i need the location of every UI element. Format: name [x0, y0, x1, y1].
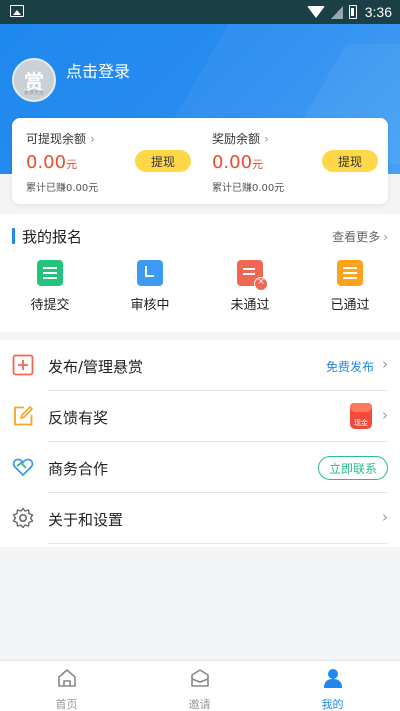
tab-home[interactable]: 首页: [0, 667, 133, 711]
menu-feedback-reward[interactable]: 反馈有奖 现金 ›: [0, 391, 400, 442]
withdraw-button[interactable]: 提现: [135, 150, 191, 172]
chevron-right-icon: ›: [382, 406, 388, 424]
rejected-icon: [237, 260, 268, 291]
balance-card: 可提现余额 › 0.00元 累计已赚0.00元 提现 奖励余额 › 0.00元 累计…: [12, 118, 388, 204]
tab-mine[interactable]: 我的: [266, 667, 399, 711]
balance-earned: 累计已赚0.00元: [26, 183, 99, 194]
balance-label[interactable]: 可提现余额 ›: [26, 130, 95, 147]
login-link[interactable]: 点击登录: [66, 58, 130, 82]
envelope-icon: [190, 669, 209, 687]
gallery-icon: [10, 5, 24, 17]
chevron-right-icon: ›: [382, 355, 388, 373]
withdrawable-balance: 可提现余额 › 0.00元 累计已赚0.00元 提现: [12, 118, 200, 204]
avatar[interactable]: 赏 悬赏大全: [12, 58, 56, 102]
home-icon: [57, 669, 76, 687]
gear-icon: [12, 507, 34, 529]
menu-about-settings[interactable]: 关于和设置 ›: [0, 493, 400, 544]
balance-amount: 0.00元: [26, 152, 78, 173]
status-pending-submit[interactable]: 待提交: [10, 260, 90, 313]
reward-balance: 奖励余额 › 0.00元 累计已赚0.00元 提现: [198, 118, 386, 204]
clock-icon: [137, 260, 163, 286]
free-publish-text: 免费发布: [325, 360, 374, 374]
wifi-icon: [306, 6, 325, 18]
menu-publish-manage[interactable]: 发布/管理悬赏 免费发布 ›: [0, 340, 400, 391]
my-signup-section: 我的报名 查看更多› 待提交 审核中 未通过 已通过: [0, 214, 400, 332]
add-square-icon: [12, 354, 34, 376]
menu-business-cooperation[interactable]: 商务合作 立即联系: [0, 442, 400, 493]
signal-icon: [330, 5, 343, 19]
chevron-right-icon: ›: [264, 132, 269, 146]
balance-earned: 累计已赚0.00元: [212, 183, 285, 194]
status-rejected[interactable]: 未通过: [210, 260, 290, 313]
contact-now-button[interactable]: 立即联系: [317, 456, 388, 480]
tab-invite[interactable]: 邀请: [133, 667, 266, 711]
withdraw-button[interactable]: 提现: [322, 150, 378, 172]
status-bar: 3:36: [0, 0, 400, 24]
status-approved[interactable]: 已通过: [310, 260, 390, 313]
view-more-link[interactable]: 查看更多 ›: [332, 228, 388, 245]
bottom-nav: 首页 邀请 我的: [0, 660, 400, 711]
menu-list: 发布/管理悬赏 免费发布 › 反馈有奖 现金 › 商务合作 立即联系 关于和设置…: [0, 340, 400, 547]
handshake-heart-icon: [12, 458, 34, 477]
chevron-right-icon: ›: [382, 508, 388, 526]
status-under-review[interactable]: 审核中: [110, 260, 190, 313]
section-title: 我的报名: [12, 226, 82, 247]
pending-icon: [37, 260, 63, 286]
battery-icon: [348, 5, 357, 19]
edit-icon: [14, 405, 34, 426]
red-packet-icon: 现金: [350, 403, 372, 429]
chevron-right-icon: ›: [383, 230, 388, 244]
status-time: 3:36: [364, 4, 392, 20]
balance-label[interactable]: 奖励余额 ›: [212, 130, 269, 147]
chevron-right-icon: ›: [90, 132, 95, 146]
approved-icon: [337, 260, 363, 286]
user-icon: [323, 669, 342, 688]
avatar-caption: 悬赏大全: [24, 90, 45, 96]
balance-amount: 0.00元: [212, 152, 264, 173]
